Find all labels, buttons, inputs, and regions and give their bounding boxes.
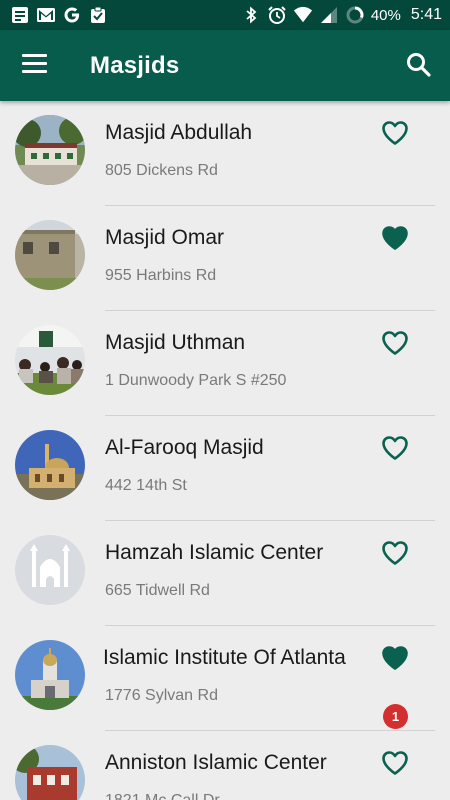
app-bar: Masjids — [0, 30, 450, 101]
masjid-row[interactable]: Hamzah Islamic Center 665 Tidwell Rd — [0, 521, 450, 626]
search-button[interactable] — [406, 52, 432, 78]
bluetooth-icon — [241, 5, 261, 25]
masjid-name: Islamic Institute Of Atlanta — [103, 646, 346, 669]
masjid-name: Masjid Abdullah — [105, 121, 253, 144]
favorite-button[interactable] — [381, 645, 409, 671]
masjid-photo — [15, 535, 85, 605]
masjid-address: 955 Harbins Rd — [105, 267, 217, 284]
masjid-row[interactable]: Masjid Abdullah 805 Dickens Rd — [0, 101, 450, 206]
heart-filled-icon — [382, 646, 408, 670]
cell-signal-icon — [319, 5, 339, 25]
system-status: 40% 5:41 — [241, 4, 442, 26]
hamburger-icon-bottom — [22, 70, 47, 73]
masjid-name: Masjid Uthman — [105, 331, 246, 354]
favorite-button[interactable] — [381, 120, 409, 146]
status-bar: 40% 5:41 — [0, 0, 450, 30]
masjid-photo — [15, 430, 85, 500]
clock-time: 5:41 — [410, 6, 442, 23]
favorite-button[interactable] — [381, 225, 409, 251]
favorite-button[interactable] — [381, 750, 409, 776]
masjid-row[interactable]: Masjid Uthman 1 Dunwoody Park S #250 — [0, 311, 450, 416]
masjid-name: Masjid Omar — [105, 226, 225, 249]
masjid-address: 442 14th St — [105, 477, 187, 494]
masjid-list[interactable]: Masjid Abdullah 805 Dickens Rd Masjid Om… — [0, 101, 450, 800]
favorite-button[interactable] — [381, 330, 409, 356]
hamburger-icon-middle — [22, 62, 47, 65]
document-icon — [10, 5, 30, 25]
wifi-icon — [293, 5, 313, 25]
google-icon — [62, 5, 82, 25]
masjid-address: 665 Tidwell Rd — [105, 582, 210, 599]
masjid-photo — [15, 745, 85, 800]
masjid-address: 1776 Sylvan Rd — [105, 687, 218, 704]
masjid-row[interactable]: Masjid Omar 955 Harbins Rd — [0, 206, 450, 311]
heart-filled-icon — [382, 226, 408, 250]
battery-ring-icon — [345, 5, 365, 25]
heart-outline-icon — [382, 331, 408, 355]
gmail-icon — [36, 5, 56, 25]
hamburger-icon — [22, 54, 47, 57]
heart-outline-icon — [382, 751, 408, 775]
favorite-button[interactable] — [381, 540, 409, 566]
masjid-name: Al-Farooq Masjid — [105, 436, 264, 459]
favorite-button[interactable] — [381, 435, 409, 461]
masjid-name: Hamzah Islamic Center — [105, 541, 324, 564]
search-icon — [407, 53, 431, 77]
notification-badge: 1 — [383, 704, 408, 729]
clipboard-check-icon — [88, 5, 108, 25]
page-title: Masjids — [90, 52, 180, 79]
notification-icons — [10, 5, 108, 25]
masjid-address: 1821 Mc Call Dr — [105, 792, 220, 800]
menu-button[interactable] — [22, 54, 48, 76]
heart-outline-icon — [382, 541, 408, 565]
masjid-row[interactable]: Anniston Islamic Center 1821 Mc Call Dr — [0, 731, 450, 800]
masjid-row[interactable]: Islamic Institute Of Atlanta 1776 Sylvan… — [0, 626, 450, 731]
heart-outline-icon — [382, 436, 408, 460]
masjid-row[interactable]: Al-Farooq Masjid 442 14th St — [0, 416, 450, 521]
masjid-photo — [15, 220, 85, 290]
battery-percent: 40% — [370, 6, 401, 24]
masjid-photo — [15, 640, 85, 710]
alarm-icon — [267, 5, 287, 25]
masjid-photo — [15, 325, 85, 395]
masjid-photo — [15, 115, 85, 185]
heart-outline-icon — [382, 121, 408, 145]
masjid-address: 1 Dunwoody Park S #250 — [105, 372, 287, 389]
masjid-name: Anniston Islamic Center — [105, 751, 327, 774]
masjid-address: 805 Dickens Rd — [105, 162, 218, 179]
